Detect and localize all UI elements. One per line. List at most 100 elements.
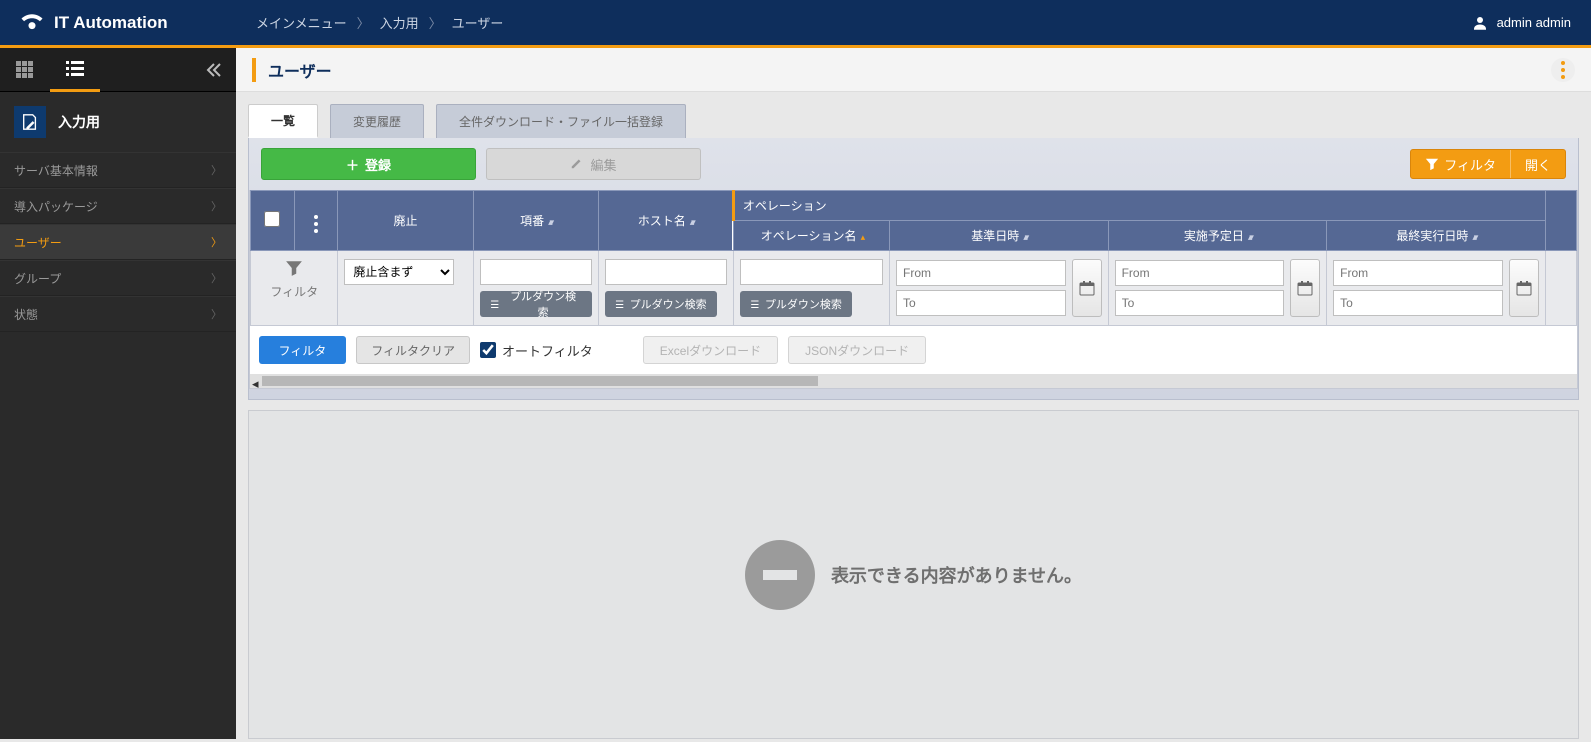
sched-date-to-input[interactable] <box>1115 290 1285 316</box>
filter-last-exec-cell <box>1327 251 1546 326</box>
sidebar-item-user[interactable]: ユーザー 〉 <box>0 224 236 260</box>
sidebar-item-label: 導入パッケージ <box>14 198 98 215</box>
select-all-checkbox[interactable] <box>264 211 280 227</box>
empty-state: 表示できる内容がありません。 <box>248 410 1579 739</box>
last-exec-from-input[interactable] <box>1333 260 1503 286</box>
sort-icon <box>1019 229 1026 243</box>
clear-filter-button[interactable]: フィルタクリア <box>356 336 470 364</box>
col-label: ホスト名 <box>638 214 686 228</box>
list-icon <box>615 299 625 309</box>
host-filter-input[interactable] <box>605 259 727 285</box>
register-button[interactable]: 登録 <box>261 148 476 180</box>
item-no-filter-input[interactable] <box>480 259 592 285</box>
col-op-name[interactable]: オペレーション名 <box>733 221 889 251</box>
auto-filter-toggle[interactable]: オートフィルタ <box>480 341 593 360</box>
sidebar-item-label: ユーザー <box>14 234 62 251</box>
sidebar-item-server-basic[interactable]: サーバ基本情報〉 <box>0 152 236 188</box>
pulldown-search-button[interactable]: プルダウン検索 <box>740 291 852 317</box>
collapse-sidebar-button[interactable] <box>192 48 236 92</box>
sidebar-item-label: グループ <box>14 270 61 287</box>
filter-item-no-cell: プルダウン検索 <box>473 251 598 326</box>
sidebar-item-status[interactable]: 状態〉 <box>0 296 236 332</box>
disable-filter-select[interactable]: 廃止含まず <box>344 259 454 285</box>
col-sched-date[interactable]: 実施予定日 <box>1108 221 1327 251</box>
tab-body: 登録 編集 フィルタ 開く 廃止 項番 <box>248 138 1579 400</box>
sidebar-section-title: 入力用 <box>0 92 236 152</box>
pencil-icon <box>570 156 584 173</box>
list-view-tab[interactable] <box>50 48 100 92</box>
sidebar-item-label: サーバ基本情報 <box>14 162 98 179</box>
product-name: IT Automation <box>54 13 168 33</box>
tab-history[interactable]: 変更履歴 <box>330 104 424 138</box>
col-last-exec[interactable]: 最終実行日時 <box>1327 221 1546 251</box>
auto-filter-checkbox[interactable] <box>480 342 496 358</box>
tab-bulk[interactable]: 全件ダウンロード・ファイル一括登録 <box>436 104 686 138</box>
logo-area[interactable]: IT Automation <box>0 12 236 34</box>
main-content: ユーザー 一覧 変更履歴 全件ダウンロード・ファイル一括登録 登録 編集 フィル… <box>236 48 1591 739</box>
col-label: 項番 <box>520 214 544 228</box>
filter-disable-cell: 廃止含まず <box>338 251 473 326</box>
tab-label: 一覧 <box>271 112 295 129</box>
scroll-left-arrow[interactable]: ◂ <box>252 376 262 386</box>
content-tabs: 一覧 変更履歴 全件ダウンロード・ファイル一括登録 <box>248 104 1579 138</box>
breadcrumb-item[interactable]: ユーザー <box>452 13 504 32</box>
filter-base-date-cell <box>890 251 1109 326</box>
json-download-button[interactable]: JSONダウンロード <box>788 336 926 364</box>
col-label: オペレーション <box>743 199 827 213</box>
auto-filter-label: オートフィルタ <box>502 341 593 360</box>
op-name-filter-input[interactable] <box>740 259 883 285</box>
edit-button[interactable]: 編集 <box>486 148 701 180</box>
calendar-button[interactable] <box>1290 259 1320 317</box>
sidebar-view-switch <box>0 48 236 92</box>
last-exec-to-input[interactable] <box>1333 290 1503 316</box>
breadcrumb-item[interactable]: 入力用 <box>380 13 419 32</box>
sidebar: 入力用 サーバ基本情報〉 導入パッケージ〉 ユーザー〉 グループ〉 状態〉 <box>0 48 236 739</box>
chevron-right-icon: 〉 <box>211 270 222 286</box>
list-icon <box>490 299 500 309</box>
button-label: フィルタ <box>1444 155 1496 174</box>
data-table: 廃止 項番 ホスト名 オペレーション オペレーション名 基準日時 実施予定日 最… <box>249 190 1578 389</box>
base-date-to-input[interactable] <box>896 290 1066 316</box>
page-menu-button[interactable] <box>1551 58 1575 82</box>
row-menu-header[interactable] <box>294 191 338 251</box>
calendar-icon <box>1516 280 1532 296</box>
calendar-button[interactable] <box>1509 259 1539 317</box>
filter-open-button[interactable]: フィルタ 開く <box>1410 149 1566 179</box>
tab-list[interactable]: 一覧 <box>248 104 318 138</box>
funnel-icon <box>285 259 303 277</box>
col-extra <box>1545 191 1576 251</box>
apply-filter-button[interactable]: フィルタ <box>259 336 347 364</box>
sidebar-item-group[interactable]: グループ 〉 <box>0 260 236 296</box>
col-item-no[interactable]: 項番 <box>473 191 598 251</box>
button-label: 登録 <box>365 155 391 174</box>
base-date-from-input[interactable] <box>896 260 1066 286</box>
sidebar-item-packages[interactable]: 導入パッケージ〉 <box>0 188 236 224</box>
calendar-button[interactable] <box>1072 259 1102 317</box>
action-bar: 登録 編集 フィルタ 開く <box>249 148 1578 190</box>
user-name: admin admin <box>1497 15 1571 30</box>
chevron-right-icon: 〉 <box>211 234 222 250</box>
col-base-date[interactable]: 基準日時 <box>890 221 1109 251</box>
page-title: ユーザー <box>252 58 332 82</box>
grid-view-tab[interactable] <box>0 48 50 92</box>
col-host[interactable]: ホスト名 <box>598 191 733 251</box>
pulldown-search-button[interactable]: プルダウン検索 <box>605 291 717 317</box>
sched-date-from-input[interactable] <box>1115 260 1285 286</box>
filter-extra-cell <box>1545 251 1576 326</box>
chevron-right-icon: 〉 <box>211 306 222 322</box>
col-label: オペレーション名 <box>761 229 857 243</box>
scroll-thumb[interactable] <box>262 376 818 386</box>
pulldown-search-button[interactable]: プルダウン検索 <box>480 291 592 317</box>
plus-icon <box>346 155 359 174</box>
list-icon <box>750 299 760 309</box>
horizontal-scrollbar[interactable]: ◂ <box>250 374 1577 388</box>
user-menu[interactable]: admin admin <box>1471 14 1571 32</box>
empty-message: 表示できる内容がありません。 <box>831 562 1082 588</box>
sort-icon <box>1244 229 1251 243</box>
col-disable[interactable]: 廃止 <box>338 191 473 251</box>
breadcrumb-item[interactable]: メインメニュー <box>256 13 347 32</box>
excel-download-button[interactable]: Excelダウンロード <box>643 336 778 364</box>
tab-label: 変更履歴 <box>353 113 401 130</box>
sort-asc-icon <box>857 229 863 243</box>
col-label: 実施予定日 <box>1184 229 1244 243</box>
